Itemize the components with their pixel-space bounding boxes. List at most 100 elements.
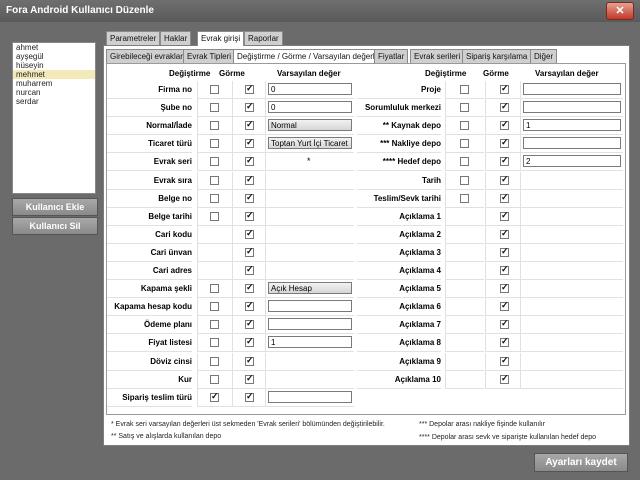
window-title: Fora Android Kullanıcı Düzenle bbox=[6, 5, 154, 16]
form-row: Tarih bbox=[107, 171, 625, 190]
see-checkbox[interactable] bbox=[500, 246, 509, 257]
user-list[interactable]: ahmet ayşegül hüseyin mehmet muharrem nurcan s… bbox=[12, 42, 96, 194]
default-cell bbox=[520, 99, 623, 118]
see-checkbox[interactable] bbox=[500, 174, 509, 185]
field-label: ** Kaynak depo bbox=[357, 117, 441, 136]
form-row: Açıklama 8 bbox=[107, 334, 625, 353]
default-input[interactable]: 2 bbox=[523, 155, 621, 168]
change-cell bbox=[445, 334, 484, 353]
change-cell bbox=[445, 171, 484, 190]
see-checkbox[interactable] bbox=[500, 264, 509, 275]
main-tab[interactable]: Raporlar bbox=[244, 31, 283, 45]
field-label: Açıklama 4 bbox=[357, 262, 441, 280]
see-cell bbox=[485, 280, 524, 299]
see-checkbox[interactable] bbox=[500, 192, 509, 203]
form-row: Sorumluluk merkezi bbox=[107, 99, 625, 118]
change-cell bbox=[445, 280, 484, 299]
change-checkbox[interactable] bbox=[460, 85, 469, 94]
user-list-item[interactable]: mehmet bbox=[13, 70, 95, 79]
sub-tab[interactable]: Evrak Tipleri bbox=[183, 49, 236, 63]
see-checkbox[interactable] bbox=[500, 101, 509, 113]
sub-tab[interactable]: Evrak serileri bbox=[410, 49, 465, 63]
default-cell: 2 bbox=[520, 153, 623, 172]
note-target-depot: **** Depolar arası sevk ve siparişte kul… bbox=[419, 434, 597, 441]
change-checkbox[interactable] bbox=[460, 175, 469, 185]
see-checkbox[interactable] bbox=[245, 391, 254, 402]
see-checkbox[interactable] bbox=[500, 373, 509, 384]
see-cell bbox=[485, 171, 524, 190]
right-header-default: Varsayılan değer bbox=[535, 69, 599, 78]
user-list-item[interactable]: nurcan bbox=[13, 88, 95, 97]
note-transport-depot: *** Depolar arası nakliye fişinde kullan… bbox=[419, 421, 546, 428]
left-header-default: Varsayılan değer bbox=[277, 69, 341, 78]
default-input[interactable] bbox=[523, 137, 621, 150]
form-row: Açıklama 3 bbox=[107, 243, 625, 262]
default-input[interactable] bbox=[523, 101, 621, 114]
field-label: Tarih bbox=[357, 172, 441, 190]
change-checkbox[interactable] bbox=[460, 193, 469, 203]
see-checkbox[interactable] bbox=[500, 210, 509, 221]
form-row: Açıklama 1 bbox=[107, 207, 625, 226]
change-cell bbox=[445, 262, 484, 280]
form-row: Açıklama 6 bbox=[107, 298, 625, 317]
default-cell bbox=[520, 280, 623, 299]
see-checkbox[interactable] bbox=[500, 336, 509, 348]
change-checkbox[interactable] bbox=[460, 121, 469, 131]
see-checkbox[interactable] bbox=[500, 228, 509, 239]
field-label: Açıklama 3 bbox=[357, 244, 441, 262]
save-settings-button[interactable]: Ayarları kaydet bbox=[534, 453, 628, 472]
default-cell: 1 bbox=[520, 117, 623, 136]
user-list-item[interactable]: muharrem bbox=[13, 79, 95, 88]
default-cell bbox=[520, 262, 623, 280]
sub-tab[interactable]: Girebileceği evraklar bbox=[106, 49, 187, 63]
user-list-item[interactable]: serdar bbox=[13, 97, 95, 106]
field-label: Açıklama 5 bbox=[357, 280, 441, 299]
default-input[interactable] bbox=[268, 390, 352, 403]
default-cell bbox=[520, 135, 623, 154]
default-input[interactable]: 1 bbox=[523, 119, 621, 132]
see-checkbox[interactable] bbox=[500, 155, 509, 167]
main-tab[interactable]: Parametreler bbox=[106, 31, 161, 45]
change-checkbox[interactable] bbox=[210, 391, 219, 402]
user-list-item[interactable]: ahmet bbox=[13, 43, 95, 52]
see-checkbox[interactable] bbox=[500, 318, 509, 330]
right-header-see: Görme bbox=[483, 69, 509, 78]
default-input[interactable] bbox=[523, 83, 621, 95]
change-checkbox[interactable] bbox=[460, 103, 469, 113]
see-cell bbox=[485, 225, 524, 244]
field-label: Açıklama 2 bbox=[357, 226, 441, 244]
sub-tab[interactable]: Değiştirme / Görme / Varsayılan değerler bbox=[233, 49, 386, 64]
see-checkbox[interactable] bbox=[500, 355, 509, 366]
change-cell bbox=[445, 117, 484, 136]
main-tab[interactable]: Haklar bbox=[160, 31, 192, 45]
user-list-item[interactable]: ayşegül bbox=[13, 52, 95, 61]
form-row: Teslim/Sevk tarihi bbox=[107, 189, 625, 208]
sub-tab[interactable]: Diğer bbox=[530, 49, 558, 63]
delete-user-button[interactable]: Kullanıcı Sil bbox=[12, 217, 98, 235]
default-cell bbox=[520, 370, 623, 389]
see-cell bbox=[485, 81, 524, 99]
user-list-item[interactable]: hüseyin bbox=[13, 61, 95, 70]
change-checkbox[interactable] bbox=[460, 139, 469, 149]
sub-tab[interactable]: Sipariş karşılama bbox=[462, 49, 532, 63]
form-row: *** Nakliye depo bbox=[107, 135, 625, 154]
see-checkbox[interactable] bbox=[500, 83, 509, 94]
right-header-change: Değiştirme bbox=[425, 69, 467, 78]
see-checkbox[interactable] bbox=[500, 300, 509, 312]
see-checkbox[interactable] bbox=[500, 137, 509, 149]
form-row: Açıklama 9 bbox=[107, 352, 625, 371]
see-cell bbox=[485, 207, 524, 226]
change-cell bbox=[445, 225, 484, 244]
default-cell bbox=[520, 171, 623, 190]
note-source-depot: ** Satış ve alışlarda kullanılan depo bbox=[111, 433, 222, 440]
change-checkbox[interactable] bbox=[460, 157, 469, 167]
see-cell bbox=[485, 135, 524, 154]
see-checkbox[interactable] bbox=[500, 282, 509, 294]
default-cell bbox=[520, 352, 623, 371]
see-cell bbox=[485, 99, 524, 118]
sub-tab[interactable]: Fiyatlar bbox=[374, 49, 409, 63]
see-checkbox[interactable] bbox=[500, 119, 509, 131]
close-button[interactable]: ✕ bbox=[606, 2, 634, 20]
main-tab[interactable]: Evrak girişi bbox=[197, 31, 245, 46]
add-user-button[interactable]: Kullanıcı Ekle bbox=[12, 198, 98, 216]
